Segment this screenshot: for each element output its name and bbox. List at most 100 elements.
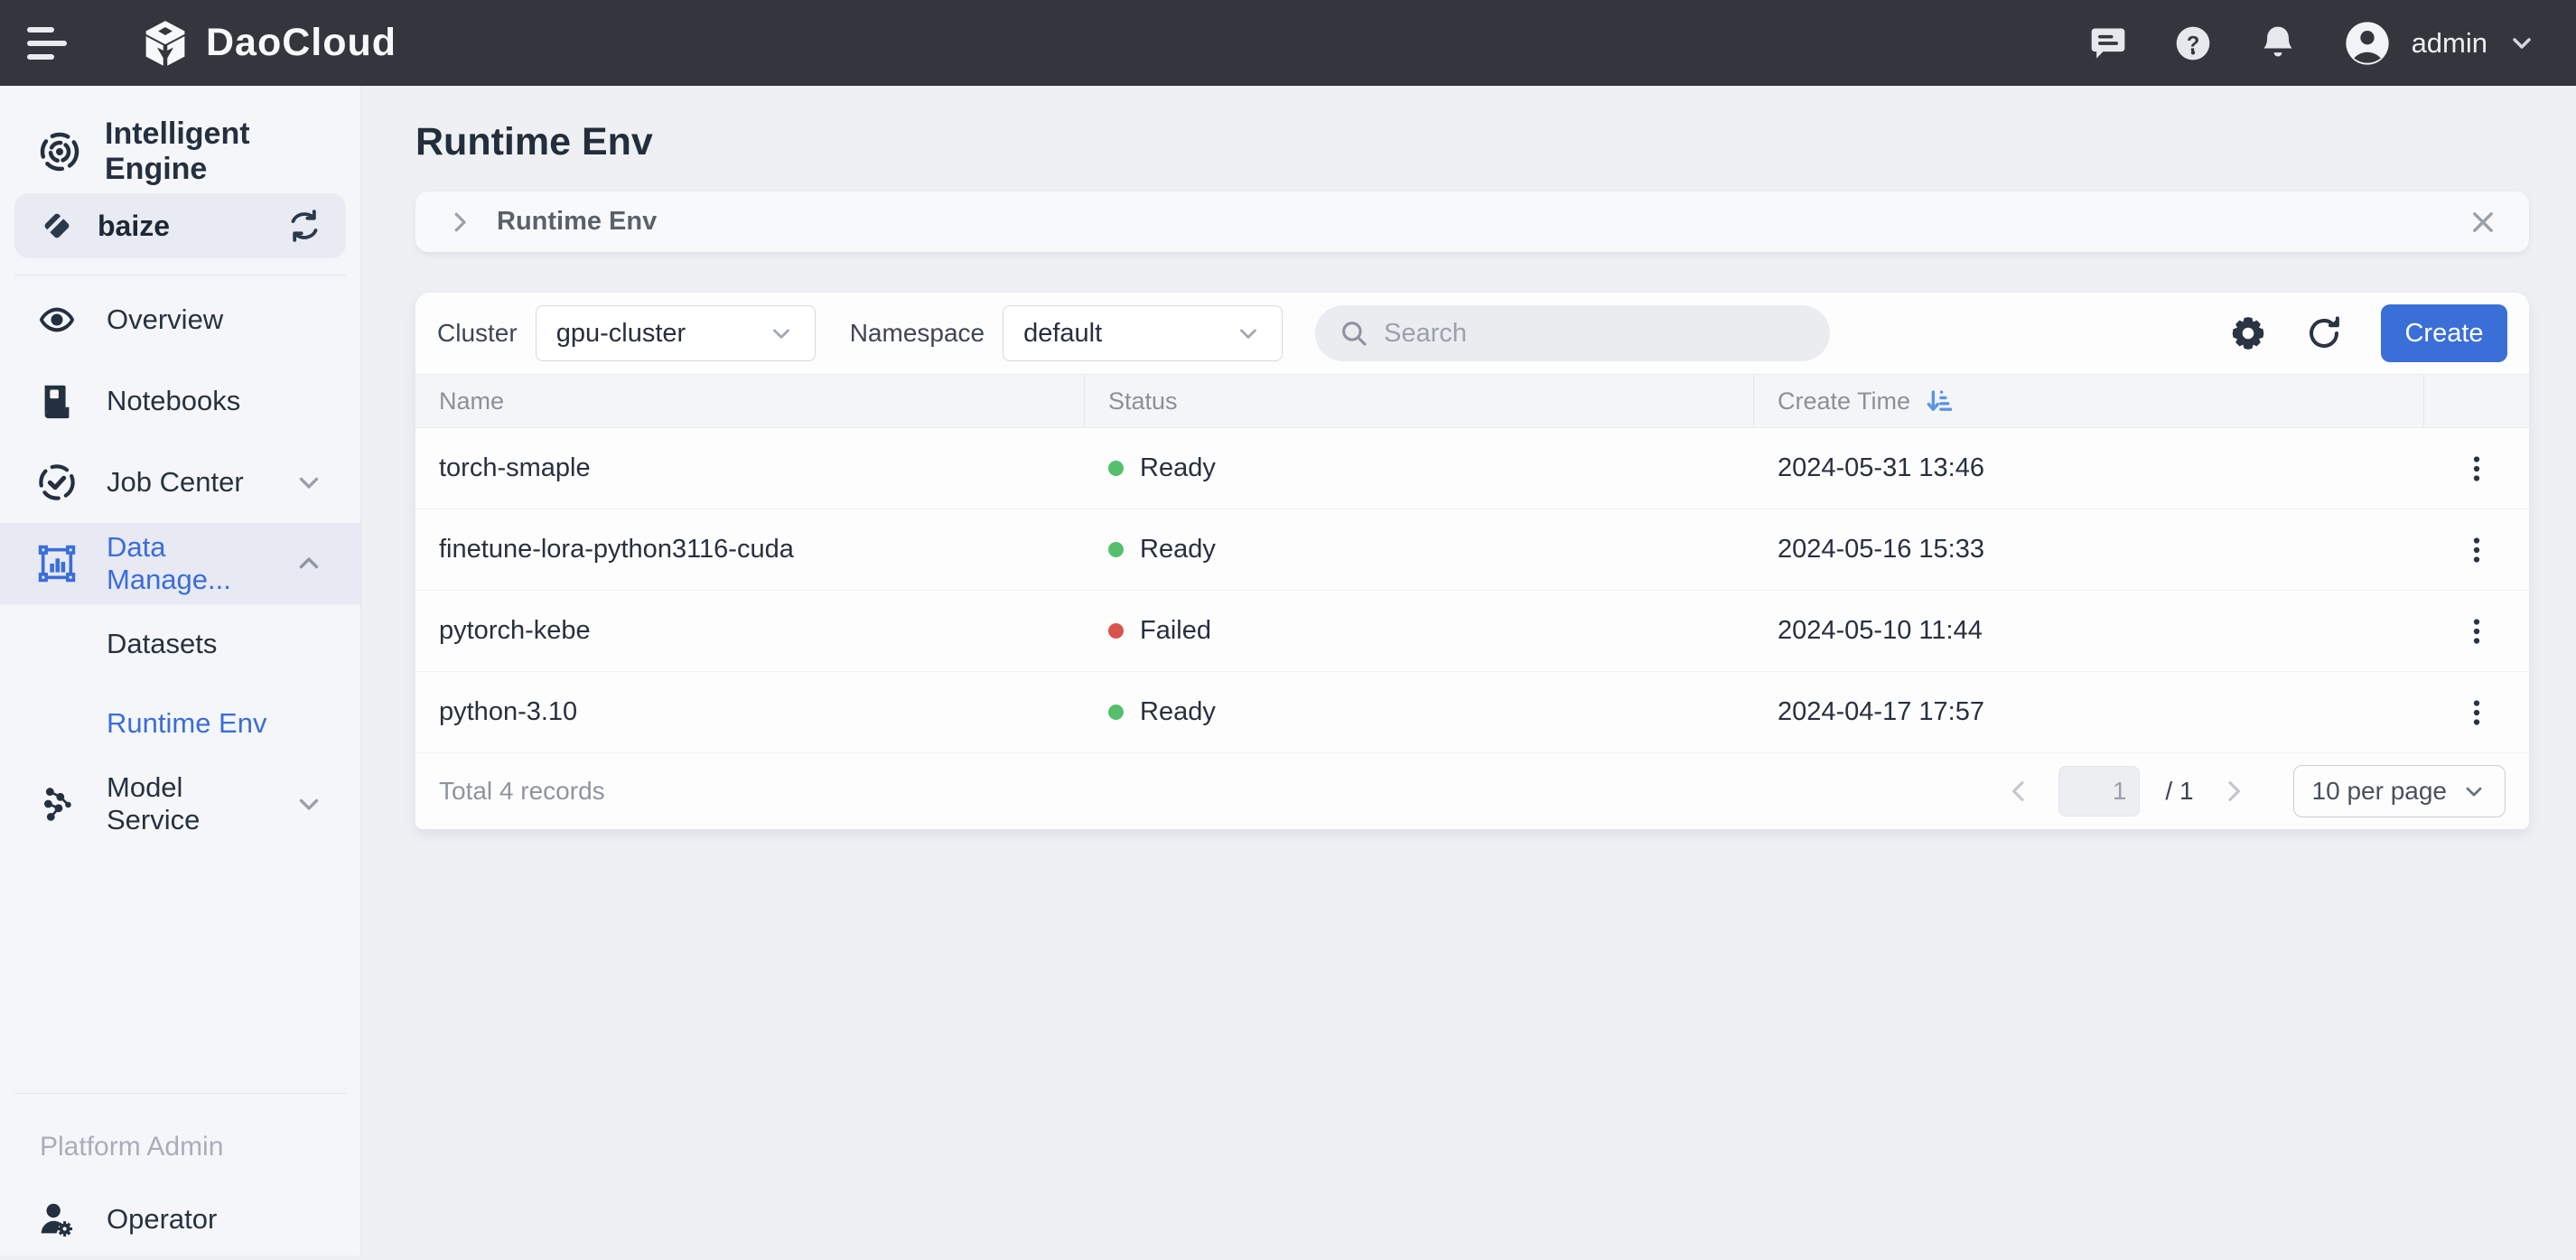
brand-name: DaoCloud <box>206 21 397 65</box>
chevron-right-icon[interactable] <box>2219 777 2248 806</box>
workspace-selector[interactable]: baize <box>14 193 346 258</box>
cell-create-time: 2024-05-10 11:44 <box>1754 616 2424 646</box>
namespace-label: Namespace <box>850 319 985 348</box>
namespace-select[interactable]: default <box>1003 305 1283 361</box>
page-number-input[interactable] <box>2058 766 2140 817</box>
data-manage-icon <box>36 543 78 584</box>
cell-name: torch-smaple <box>415 453 1085 483</box>
intelligent-engine-icon <box>38 130 81 173</box>
table-footer: Total 4 records / 1 10 per page <box>415 753 2529 829</box>
column-header-label: Create Time <box>1778 387 1910 415</box>
module-header: Intelligent Engine <box>0 86 360 181</box>
sidebar-item-data-manage[interactable]: Data Manage... <box>0 523 360 604</box>
brand: DaoCloud <box>141 19 397 68</box>
table-row[interactable]: torch-smaple Ready 2024-05-31 13:46 <box>415 428 2529 509</box>
sidebar-item-label: Operator <box>107 1203 217 1236</box>
chevron-down-icon <box>1235 320 1262 347</box>
gear-icon[interactable] <box>2229 314 2267 352</box>
kebab-menu-icon[interactable] <box>2455 691 2498 734</box>
sidebar-subitem-runtime-env[interactable]: Runtime Env <box>0 684 360 763</box>
book-icon <box>36 380 78 422</box>
sidebar-item-label: Model Service <box>107 771 265 836</box>
sidebar: Intelligent Engine baize <box>0 86 361 1255</box>
collapse-panel[interactable]: Runtime Env <box>415 191 2529 252</box>
cell-name: finetune-lora-python3116-cuda <box>415 535 1085 565</box>
sidebar-menu: Overview Notebooks Job Center <box>0 279 360 845</box>
cell-create-time: 2024-04-17 17:57 <box>1754 697 2424 727</box>
cell-status: Ready <box>1085 453 1754 483</box>
table-row[interactable]: finetune-lora-python3116-cuda Ready 2024… <box>415 509 2529 591</box>
status-dot <box>1108 623 1124 639</box>
sidebar-item-operator[interactable]: Operator <box>0 1179 360 1260</box>
job-center-icon <box>36 462 78 503</box>
column-header-create-time[interactable]: Create Time <box>1754 375 2424 427</box>
cell-name: python-3.10 <box>415 697 1085 727</box>
runtime-env-card: Cluster gpu-cluster Namespace default <box>415 293 2529 829</box>
status-label: Ready <box>1140 453 1216 483</box>
page-title: Runtime Env <box>415 120 2576 164</box>
topbar: DaoCloud ? <box>0 0 2576 86</box>
user-menu[interactable]: admin <box>2343 19 2536 68</box>
bell-icon[interactable] <box>2258 23 2298 63</box>
chevron-left-icon[interactable] <box>2004 777 2033 806</box>
refresh-icon[interactable] <box>2305 314 2343 352</box>
cluster-select[interactable]: gpu-cluster <box>536 305 816 361</box>
workspace-swap-icon[interactable] <box>286 208 322 244</box>
kebab-menu-icon[interactable] <box>2455 610 2498 653</box>
namespace-select-value: default <box>1023 319 1102 349</box>
cell-name: pytorch-kebe <box>415 616 1085 646</box>
chat-icon[interactable] <box>2088 23 2128 63</box>
search-box <box>1315 305 1830 361</box>
table-row[interactable]: pytorch-kebe Failed 2024-05-10 11:44 <box>415 591 2529 672</box>
user-name: admin <box>2412 27 2487 60</box>
status-label: Ready <box>1140 697 1216 727</box>
sidebar-item-label: Runtime Env <box>107 707 266 740</box>
per-page-value: 10 per page <box>2312 777 2447 806</box>
cell-status: Ready <box>1085 697 1754 727</box>
total-records: Total 4 records <box>439 777 605 806</box>
status-label: Failed <box>1140 616 1211 646</box>
workspace-name: baize <box>98 210 170 243</box>
chevron-down-icon <box>294 467 324 498</box>
chevron-down-icon <box>2507 29 2536 58</box>
hamburger-icon[interactable] <box>27 19 69 68</box>
cell-create-time: 2024-05-16 15:33 <box>1754 535 2424 565</box>
model-service-icon <box>36 783 78 825</box>
status-label: Ready <box>1140 535 1216 565</box>
cell-status: Failed <box>1085 616 1754 646</box>
status-dot <box>1108 461 1124 476</box>
chevron-right-icon[interactable] <box>446 209 473 236</box>
sidebar-item-job-center[interactable]: Job Center <box>0 442 360 523</box>
close-icon[interactable] <box>2468 207 2498 238</box>
eye-icon <box>36 299 78 341</box>
table-header: Name Status Create Time <box>415 374 2529 428</box>
sidebar-item-notebooks[interactable]: Notebooks <box>0 360 360 442</box>
help-icon[interactable]: ? <box>2173 23 2213 63</box>
column-header-actions <box>2424 375 2529 427</box>
search-input[interactable] <box>1384 319 1781 349</box>
sidebar-item-model-service[interactable]: Model Service <box>0 763 360 845</box>
column-header-name[interactable]: Name <box>415 375 1085 427</box>
chevron-up-icon <box>294 548 324 579</box>
avatar-icon <box>2343 19 2392 68</box>
main-content: Runtime Env Runtime Env Cluster gpu-clus… <box>361 86 2576 1255</box>
sort-desc-icon[interactable] <box>1923 386 1954 416</box>
table-toolbar: Cluster gpu-cluster Namespace default <box>415 293 2529 374</box>
column-header-status[interactable]: Status <box>1085 375 1754 427</box>
sidebar-item-label: Job Center <box>107 466 244 499</box>
cluster-select-value: gpu-cluster <box>556 319 686 349</box>
per-page-select[interactable]: 10 per page <box>2293 765 2506 817</box>
daocloud-logo-icon <box>141 19 190 68</box>
kebab-menu-icon[interactable] <box>2455 528 2498 572</box>
page-total: / 1 <box>2165 777 2193 806</box>
search-icon <box>1339 318 1369 349</box>
module-title: Intelligent Engine <box>105 117 360 187</box>
sidebar-bottom: Platform Admin <box>0 1093 360 1260</box>
table-row[interactable]: python-3.10 Ready 2024-04-17 17:57 <box>415 672 2529 753</box>
operator-icon <box>36 1199 78 1240</box>
sidebar-subitem-datasets[interactable]: Datasets <box>0 604 360 684</box>
sidebar-item-label: Datasets <box>107 628 217 660</box>
kebab-menu-icon[interactable] <box>2455 447 2498 490</box>
create-button[interactable]: Create <box>2381 304 2507 362</box>
sidebar-item-overview[interactable]: Overview <box>0 279 360 360</box>
